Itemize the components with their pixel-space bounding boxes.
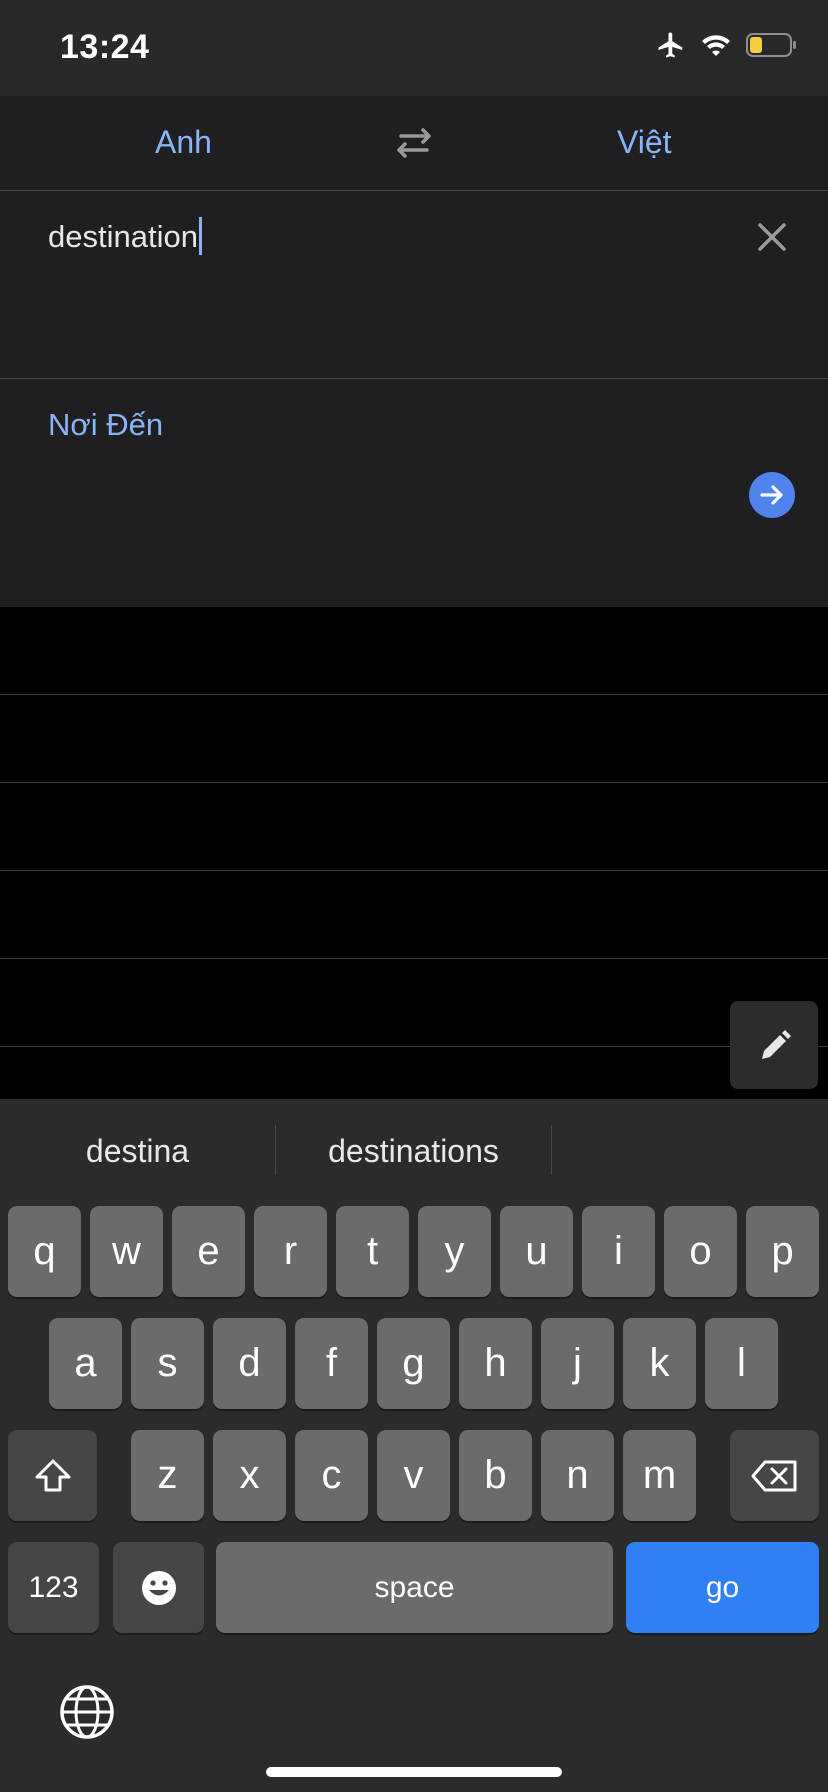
key-v[interactable]: v <box>377 1430 450 1521</box>
emoji-key[interactable] <box>113 1542 204 1633</box>
key-a[interactable]: a <box>49 1318 122 1409</box>
key-d[interactable]: d <box>213 1318 286 1409</box>
source-input-area[interactable]: destination <box>0 191 828 379</box>
key-n[interactable]: n <box>541 1430 614 1521</box>
history-row[interactable] <box>0 958 828 959</box>
language-bar: Anh Việt <box>0 96 828 191</box>
wifi-icon <box>702 35 730 56</box>
text-cursor <box>198 217 202 255</box>
history-list <box>0 607 828 1099</box>
key-p[interactable]: p <box>746 1206 819 1297</box>
history-row[interactable] <box>0 694 828 695</box>
airplane-icon <box>658 32 683 58</box>
keyboard: destina destinations q w e r t y u i o p… <box>0 1099 828 1792</box>
key-r[interactable]: r <box>254 1206 327 1297</box>
key-k[interactable]: k <box>623 1318 696 1409</box>
key-y[interactable]: y <box>418 1206 491 1297</box>
key-t[interactable]: t <box>336 1206 409 1297</box>
suggestion-divider <box>551 1125 552 1175</box>
handwriting-button[interactable] <box>730 1001 818 1089</box>
key-f[interactable]: f <box>295 1318 368 1409</box>
pen-icon <box>762 1030 791 1059</box>
history-row[interactable] <box>0 782 828 783</box>
history-row[interactable] <box>0 870 828 871</box>
key-g[interactable]: g <box>377 1318 450 1409</box>
key-u[interactable]: u <box>500 1206 573 1297</box>
shift-icon <box>35 1459 70 1491</box>
key-l[interactable]: l <box>705 1318 778 1409</box>
home-indicator[interactable] <box>266 1767 562 1777</box>
shift-key[interactable] <box>8 1430 97 1521</box>
key-q[interactable]: q <box>8 1206 81 1297</box>
key-i[interactable]: i <box>582 1206 655 1297</box>
key-c[interactable]: c <box>295 1430 368 1521</box>
delete-key[interactable] <box>730 1430 819 1521</box>
status-time: 13:24 <box>60 28 150 66</box>
suggestion-2[interactable]: destinations <box>276 1133 551 1170</box>
swap-icon[interactable] <box>395 126 433 160</box>
source-text-field[interactable]: destination <box>48 217 202 255</box>
key-z[interactable]: z <box>131 1430 204 1521</box>
key-w[interactable]: w <box>90 1206 163 1297</box>
status-icons <box>656 30 798 60</box>
key-b[interactable]: b <box>459 1430 532 1521</box>
source-language-button[interactable]: Anh <box>155 124 212 161</box>
key-m[interactable]: m <box>623 1430 696 1521</box>
key-j[interactable]: j <box>541 1318 614 1409</box>
translation-result-area[interactable]: Nơi Đến <box>0 379 828 607</box>
numbers-key[interactable]: 123 <box>8 1542 99 1633</box>
suggestion-1[interactable]: destina <box>0 1133 275 1170</box>
go-key[interactable]: go <box>626 1542 819 1633</box>
open-translation-button[interactable] <box>749 472 795 518</box>
suggestion-bar: destina destinations <box>0 1099 828 1201</box>
key-e[interactable]: e <box>172 1206 245 1297</box>
status-bar: 13:24 <box>0 0 828 96</box>
translation-text[interactable]: Nơi Đến <box>48 407 163 443</box>
arrow-right-icon <box>760 485 783 505</box>
backspace-icon <box>751 1460 796 1491</box>
key-x[interactable]: x <box>213 1430 286 1521</box>
emoji-icon <box>141 1570 176 1605</box>
battery-icon <box>746 33 796 57</box>
key-s[interactable]: s <box>131 1318 204 1409</box>
key-h[interactable]: h <box>459 1318 532 1409</box>
history-row[interactable] <box>0 1046 828 1047</box>
globe-icon[interactable] <box>59 1684 115 1740</box>
target-language-button[interactable]: Việt <box>617 124 672 161</box>
close-icon[interactable] <box>754 219 790 255</box>
source-text: destination <box>48 219 198 254</box>
space-key[interactable]: space <box>216 1542 613 1633</box>
key-o[interactable]: o <box>664 1206 737 1297</box>
